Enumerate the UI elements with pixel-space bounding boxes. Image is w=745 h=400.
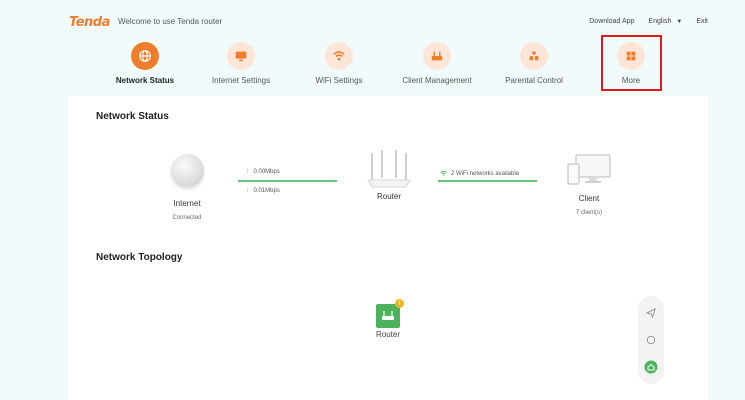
nav-wifi-settings[interactable]: WiFi Settings <box>284 42 394 85</box>
content-card: Network Status Internet Connected ↑ 0.00… <box>68 96 708 400</box>
internet-label: Internet <box>173 199 201 208</box>
nav-label: Network Status <box>115 76 175 85</box>
router-icon <box>382 311 394 320</box>
download-speed-value: 0.01Mbps <box>253 187 280 194</box>
router-icon <box>423 42 451 70</box>
family-icon <box>520 42 548 70</box>
internet-router-link: ↑ 0.00Mbps ↓ 0.01Mbps <box>238 168 337 208</box>
link-line <box>238 180 337 182</box>
router-device-icon <box>367 150 411 188</box>
monitor-icon <box>227 42 255 70</box>
client-count: 7 client(s) <box>575 210 602 216</box>
download-speed: ↓ 0.01Mbps <box>246 187 280 194</box>
router-label: Router <box>376 192 401 201</box>
more-highlight-box <box>601 35 662 91</box>
arrow-up-icon: ↑ <box>246 168 250 175</box>
wifi-small-icon <box>440 170 447 178</box>
home-button[interactable] <box>643 359 659 375</box>
nav-parental-control[interactable]: Parental Control <box>479 42 589 85</box>
globe-icon <box>131 42 159 70</box>
router-client-link: 2 WiFi networks available <box>438 168 537 208</box>
header: Tenda Welcome to use Tenda router Downlo… <box>0 0 745 96</box>
language-selector[interactable]: English ▼ <box>648 18 682 25</box>
topology-router-label: Router <box>376 330 401 339</box>
internet-node[interactable]: Internet Connected <box>166 154 208 221</box>
language-label: English <box>648 18 672 25</box>
nav-network-status[interactable]: Network Status <box>90 42 200 85</box>
nav-client-management[interactable]: Client Management <box>382 42 492 85</box>
nav-label: Internet Settings <box>211 76 271 85</box>
nav-label: Parental Control <box>505 76 563 85</box>
arrow-down-icon: ↓ <box>246 187 250 194</box>
nav-label: Client Management <box>402 76 472 85</box>
nav-label: WiFi Settings <box>315 76 363 85</box>
wifi-icon <box>325 42 353 70</box>
network-status-title: Network Status <box>96 111 169 122</box>
internet-status: Connected <box>172 215 202 221</box>
link-line <box>438 180 537 182</box>
header-actions: Download App English ▼ Exit <box>589 18 708 25</box>
network-topology-title: Network Topology <box>96 252 183 263</box>
upload-speed-value: 0.00Mbps <box>253 168 280 175</box>
send-button[interactable] <box>643 305 659 321</box>
download-app-link[interactable]: Download App <box>589 18 634 25</box>
topology-toolbar <box>638 296 664 384</box>
wifi-networks-info: 2 WiFi networks available <box>440 170 519 178</box>
paper-plane-icon <box>646 308 656 319</box>
nav-internet-settings[interactable]: Internet Settings <box>186 42 296 85</box>
client-devices-icon <box>567 154 611 185</box>
circle-icon <box>646 335 656 345</box>
wifi-networks-text: 2 WiFi networks available <box>451 171 520 177</box>
exit-link[interactable]: Exit <box>696 18 708 25</box>
tenda-logo[interactable]: Tenda <box>69 15 110 30</box>
client-node[interactable]: Client 7 client(s) <box>563 154 615 216</box>
router-node[interactable]: Router <box>360 150 418 201</box>
home-icon <box>644 360 658 374</box>
warning-badge: ! <box>395 299 404 308</box>
upload-speed: ↑ 0.00Mbps <box>246 168 280 175</box>
network-status-diagram: Internet Connected ↑ 0.00Mbps ↓ 0.01Mbps <box>68 146 708 236</box>
welcome-text: Welcome to use Tenda router <box>118 17 223 26</box>
internet-globe-icon <box>170 154 204 187</box>
chevron-down-icon: ▼ <box>676 18 683 25</box>
refresh-button[interactable] <box>643 332 659 348</box>
client-label: Client <box>578 194 600 203</box>
topology-router-node[interactable] <box>376 304 400 328</box>
